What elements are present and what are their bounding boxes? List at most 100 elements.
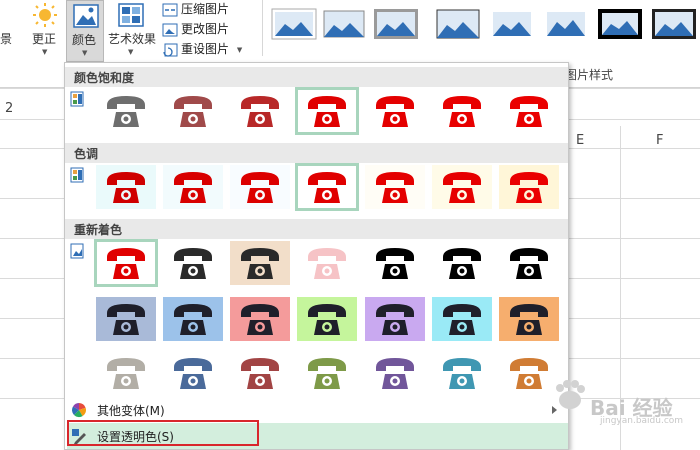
color-swatch[interactable] <box>295 87 359 135</box>
telephone-icon <box>241 172 279 203</box>
color-label: 颜色 <box>72 33 97 47</box>
column-header-e[interactable]: E <box>576 133 584 148</box>
corrections-label: 更正 <box>32 32 57 46</box>
color-swatch[interactable] <box>365 89 425 133</box>
color-swatch[interactable] <box>230 297 290 341</box>
color-swatch[interactable] <box>163 241 223 285</box>
color-swatch[interactable] <box>163 351 223 395</box>
color-swatch[interactable] <box>297 297 357 341</box>
telephone-icon <box>107 248 145 279</box>
color-swatch[interactable] <box>230 241 290 285</box>
telephone-icon <box>443 304 481 335</box>
reset-picture-button[interactable]: 重设图片 ▼ <box>162 40 242 60</box>
picture-style-thumb[interactable] <box>543 8 589 40</box>
telephone-icon <box>241 304 279 335</box>
color-swatch[interactable] <box>432 165 492 209</box>
telephone-icon <box>308 96 346 127</box>
picture-style-thumb[interactable] <box>321 8 367 40</box>
telephone-icon <box>443 358 481 389</box>
color-swatch[interactable] <box>365 241 425 285</box>
telephone-icon <box>241 358 279 389</box>
color-swatch[interactable] <box>94 239 158 287</box>
telephone-icon <box>376 96 414 127</box>
color-swatch[interactable] <box>295 163 359 211</box>
color-swatch[interactable] <box>499 165 559 209</box>
remove-background-label: 景 <box>0 32 13 46</box>
sun-icon <box>33 3 57 27</box>
color-wheel-icon <box>72 403 87 418</box>
color-swatch[interactable] <box>499 241 559 285</box>
picture-styles-gallery <box>262 0 700 56</box>
section-header-saturation: 颜色饱和度 <box>65 67 568 87</box>
color-swatch[interactable] <box>96 351 156 395</box>
telephone-icon <box>107 358 145 389</box>
color-swatch[interactable] <box>432 297 492 341</box>
color-swatch[interactable] <box>365 297 425 341</box>
color-swatch[interactable] <box>365 351 425 395</box>
picture-style-thumb[interactable] <box>373 8 419 40</box>
color-swatch[interactable] <box>163 297 223 341</box>
picture-styles-group-label: 图片样式 <box>565 68 614 82</box>
change-picture-icon <box>162 23 178 36</box>
picture-style-thumb[interactable] <box>597 8 643 40</box>
chevron-down-icon: ▼ <box>236 46 243 54</box>
telephone-icon <box>174 358 212 389</box>
telephone-icon <box>107 304 145 335</box>
telephone-icon <box>510 248 548 279</box>
highlight-annotation-box <box>67 420 259 446</box>
reset-picture-icon <box>163 43 178 57</box>
telephone-icon <box>376 358 414 389</box>
picture-color-icon <box>73 4 99 28</box>
saturation-icon <box>70 91 84 107</box>
telephone-icon <box>376 248 414 279</box>
artistic-effects-icon <box>118 3 144 27</box>
picture-style-thumb[interactable] <box>271 8 317 40</box>
color-swatch[interactable] <box>230 89 290 133</box>
color-swatch[interactable] <box>365 165 425 209</box>
color-button[interactable]: 颜色 ▼ <box>66 0 104 62</box>
telephone-icon <box>376 304 414 335</box>
telephone-icon <box>174 304 212 335</box>
reset-picture-label: 重设图片 <box>181 42 230 56</box>
telephone-icon <box>241 248 279 279</box>
color-swatch[interactable] <box>499 297 559 341</box>
picture-style-thumb[interactable] <box>651 8 697 40</box>
change-picture-label: 更改图片 <box>181 22 230 36</box>
picture-style-thumb[interactable] <box>435 8 481 40</box>
telephone-icon <box>174 96 212 127</box>
color-swatch[interactable] <box>432 89 492 133</box>
color-swatch[interactable] <box>163 89 223 133</box>
corrections-button[interactable]: 更正 ▼ <box>28 0 62 60</box>
tone-icon <box>70 167 84 183</box>
telephone-icon <box>510 358 548 389</box>
chevron-down-icon: ▼ <box>82 49 88 57</box>
picture-style-thumb[interactable] <box>489 8 535 40</box>
color-swatch[interactable] <box>230 165 290 209</box>
chevron-down-icon: ▼ <box>42 48 48 56</box>
change-picture-button[interactable]: 更改图片 <box>162 20 229 40</box>
telephone-icon <box>443 248 481 279</box>
telephone-icon <box>174 172 212 203</box>
color-swatch[interactable] <box>297 241 357 285</box>
excel-window: 景 更正 ▼ 颜色 ▼ 艺术效果 ▼ 压缩图片 更改图片 重设图片 ▼ 图片样式… <box>0 0 700 450</box>
column-header-f[interactable]: F <box>656 133 663 148</box>
telephone-icon <box>308 358 346 389</box>
color-swatch[interactable] <box>96 297 156 341</box>
compress-pictures-button[interactable]: 压缩图片 <box>162 0 229 20</box>
color-swatch[interactable] <box>297 351 357 395</box>
artistic-effects-button[interactable]: 艺术效果 ▼ <box>106 0 158 62</box>
color-swatch[interactable] <box>432 241 492 285</box>
color-swatch[interactable] <box>96 89 156 133</box>
color-swatch[interactable] <box>432 351 492 395</box>
telephone-icon <box>241 96 279 127</box>
color-swatch[interactable] <box>499 89 559 133</box>
telephone-icon <box>308 248 346 279</box>
recolor-icon <box>70 243 84 259</box>
color-swatch[interactable] <box>163 165 223 209</box>
color-swatch[interactable] <box>230 351 290 395</box>
telephone-icon <box>308 304 346 335</box>
color-swatch[interactable] <box>96 165 156 209</box>
telephone-icon <box>510 172 548 203</box>
section-header-recolor: 重新着色 <box>65 219 568 239</box>
color-dropdown-menu: 颜色饱和度 色调 重新着色 其他变体(M) 设置透明色(S) <box>64 62 569 450</box>
